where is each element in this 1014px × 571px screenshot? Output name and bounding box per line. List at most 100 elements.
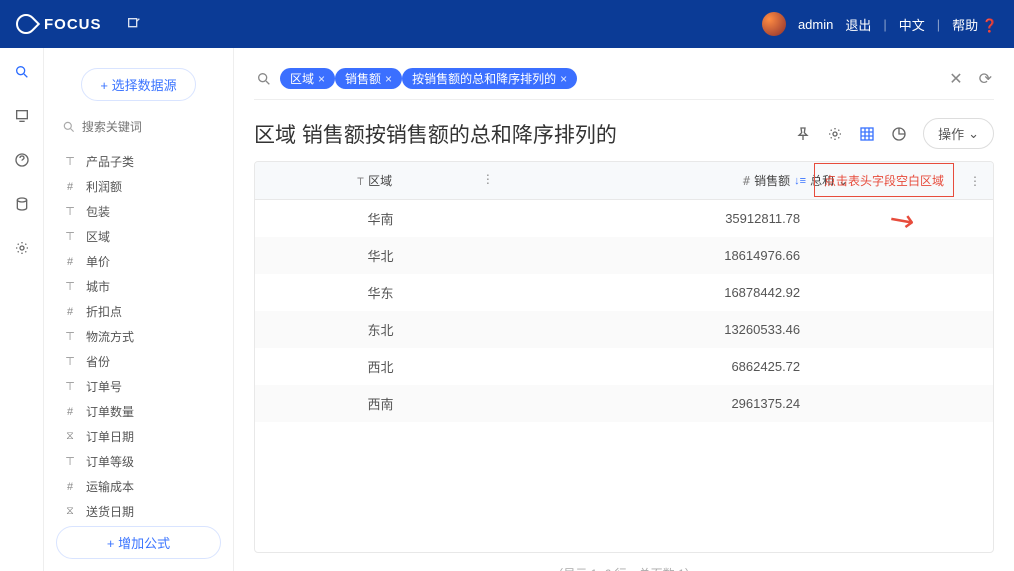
field-type-icon: ⊤ <box>62 330 78 343</box>
query-chip[interactable]: 区域 × <box>280 68 335 89</box>
field-label: 产品子类 <box>86 153 134 170</box>
cell-sales: 13260533.46 <box>506 311 860 348</box>
field-type-icon: ⊤ <box>62 355 78 368</box>
field-type-icon: ⧖ <box>62 430 78 443</box>
field-type-icon: # <box>62 306 78 318</box>
pin-icon[interactable] <box>795 126 811 142</box>
field-label: 订单号 <box>86 378 122 395</box>
field-label: 订单等级 <box>86 453 134 470</box>
field-item[interactable]: ⊤ 省份 <box>56 349 221 374</box>
chart-view-icon[interactable] <box>891 126 907 142</box>
column-header-blank[interactable]: . ⋮ <box>860 162 993 200</box>
table-view-icon[interactable] <box>859 126 875 142</box>
column-header-sales[interactable]: # 销售额 ↓≡ 总和 ⌄ <box>506 162 860 200</box>
field-type-icon: ⊤ <box>62 280 78 293</box>
field-item[interactable]: # 单价 <box>56 249 221 274</box>
field-label: 包装 <box>86 203 110 220</box>
query-chip[interactable]: 销售额 × <box>335 68 402 89</box>
chip-label: 按销售额的总和降序排列的 <box>412 70 556 87</box>
field-label: 折扣点 <box>86 303 122 320</box>
page-title: 区域 销售额按销售额的总和降序排列的 <box>254 119 617 149</box>
field-label: 订单数量 <box>86 403 134 420</box>
chip-remove-icon[interactable]: × <box>560 72 567 86</box>
chevron-down-icon: ⌄ <box>838 174 848 188</box>
operate-button[interactable]: 操作 ⌄ <box>923 118 994 149</box>
table-row[interactable]: 华北18614976.66 <box>255 237 993 274</box>
field-item[interactable]: ⊤ 包装 <box>56 199 221 224</box>
field-type-icon: # <box>62 256 78 268</box>
chevron-down-icon: ⌄ <box>968 126 979 142</box>
add-formula-button[interactable]: + 增加公式 <box>56 526 221 559</box>
field-label: 利润额 <box>86 178 122 195</box>
query-chip[interactable]: 按销售额的总和降序排列的 × <box>402 68 577 89</box>
cell-sales: 2961375.24 <box>506 385 860 422</box>
help-link[interactable]: 帮助 ❓ <box>952 15 998 34</box>
column-header-region[interactable]: ⊤ 区域 ⋮ <box>255 162 506 200</box>
avatar[interactable] <box>762 12 786 36</box>
cell-region: 西北 <box>255 348 506 385</box>
field-type-icon: # <box>62 406 78 418</box>
language-link[interactable]: 中文 <box>899 15 925 34</box>
column-menu-icon[interactable]: ⋮ <box>482 172 494 186</box>
sort-desc-icon: ↓≡ <box>794 175 806 187</box>
field-type-icon: # <box>62 481 78 493</box>
table-row[interactable]: 西北6862425.72 <box>255 348 993 385</box>
field-type-icon: ⊤ <box>62 380 78 393</box>
chip-remove-icon[interactable]: × <box>318 72 325 86</box>
table-row[interactable]: 华东16878442.92 <box>255 274 993 311</box>
clear-query-icon[interactable]: ✕ <box>949 69 962 89</box>
field-label: 省份 <box>86 353 110 370</box>
chip-label: 区域 <box>290 70 314 87</box>
table-row[interactable]: 西南2961375.24 <box>255 385 993 422</box>
rail-help-icon[interactable] <box>12 150 32 170</box>
field-type-icon: ⊤ <box>62 455 78 468</box>
username[interactable]: admin <box>798 17 833 32</box>
rail-search-icon[interactable] <box>12 62 32 82</box>
field-item[interactable]: ⊤ 订单号 <box>56 374 221 399</box>
sidebar-search-input[interactable] <box>82 120 215 134</box>
cell-sales: 35912811.78 <box>506 200 860 238</box>
rail-settings-icon[interactable] <box>12 238 32 258</box>
field-type-icon: ⊤ <box>62 155 78 168</box>
field-item[interactable]: ⊤ 订单等级 <box>56 449 221 474</box>
field-item[interactable]: ⊤ 城市 <box>56 274 221 299</box>
field-item[interactable]: ⊤ 物流方式 <box>56 324 221 349</box>
refresh-icon[interactable]: ⟳ <box>979 69 992 89</box>
column-menu-icon[interactable]: ⋮ <box>969 174 981 188</box>
edit-icon[interactable] <box>126 16 142 32</box>
cell-region: 华南 <box>255 200 506 238</box>
field-item[interactable]: ⧖ 送货日期 <box>56 499 221 524</box>
logout-link[interactable]: 退出 <box>845 15 871 34</box>
cell-sales: 18614976.66 <box>506 237 860 274</box>
field-label: 单价 <box>86 253 110 270</box>
cell-sales: 6862425.72 <box>506 348 860 385</box>
field-label: 城市 <box>86 278 110 295</box>
field-item[interactable]: ⧖订单日期 <box>56 424 221 449</box>
field-item[interactable]: # 折扣点 <box>56 299 221 324</box>
field-item[interactable]: # 运输成本 <box>56 474 221 499</box>
chip-label: 销售额 <box>345 70 381 87</box>
cell-sales: 16878442.92 <box>506 274 860 311</box>
field-label: 物流方式 <box>86 328 134 345</box>
rail-data-icon[interactable] <box>12 194 32 214</box>
field-item[interactable]: ⊤ 产品子类 <box>56 149 221 174</box>
cell-region: 东北 <box>255 311 506 348</box>
field-label: 送货日期 <box>86 503 134 520</box>
rail-dashboard-icon[interactable] <box>12 106 32 126</box>
select-datasource-button[interactable]: + 选择数据源 <box>81 68 195 101</box>
field-type-icon: ⧖ <box>62 505 78 518</box>
table-row[interactable]: 华南35912811.78 <box>255 200 993 238</box>
gear-icon[interactable] <box>827 126 843 142</box>
search-icon <box>62 119 76 135</box>
field-item[interactable]: ⊤区域 <box>56 224 221 249</box>
pagination-info: （显示 1- 6 行，总页数 1） <box>254 565 994 571</box>
sidebar-search[interactable] <box>56 115 221 139</box>
chip-remove-icon[interactable]: × <box>385 72 392 86</box>
field-item[interactable]: # 利润额 <box>56 174 221 199</box>
field-label: 运输成本 <box>86 478 134 495</box>
field-type-icon: ⊤ <box>62 205 78 218</box>
field-item[interactable]: # 订单数量 <box>56 399 221 424</box>
table-row[interactable]: 东北13260533.46 <box>255 311 993 348</box>
field-type-icon: # <box>62 181 78 193</box>
cell-region: 华北 <box>255 237 506 274</box>
